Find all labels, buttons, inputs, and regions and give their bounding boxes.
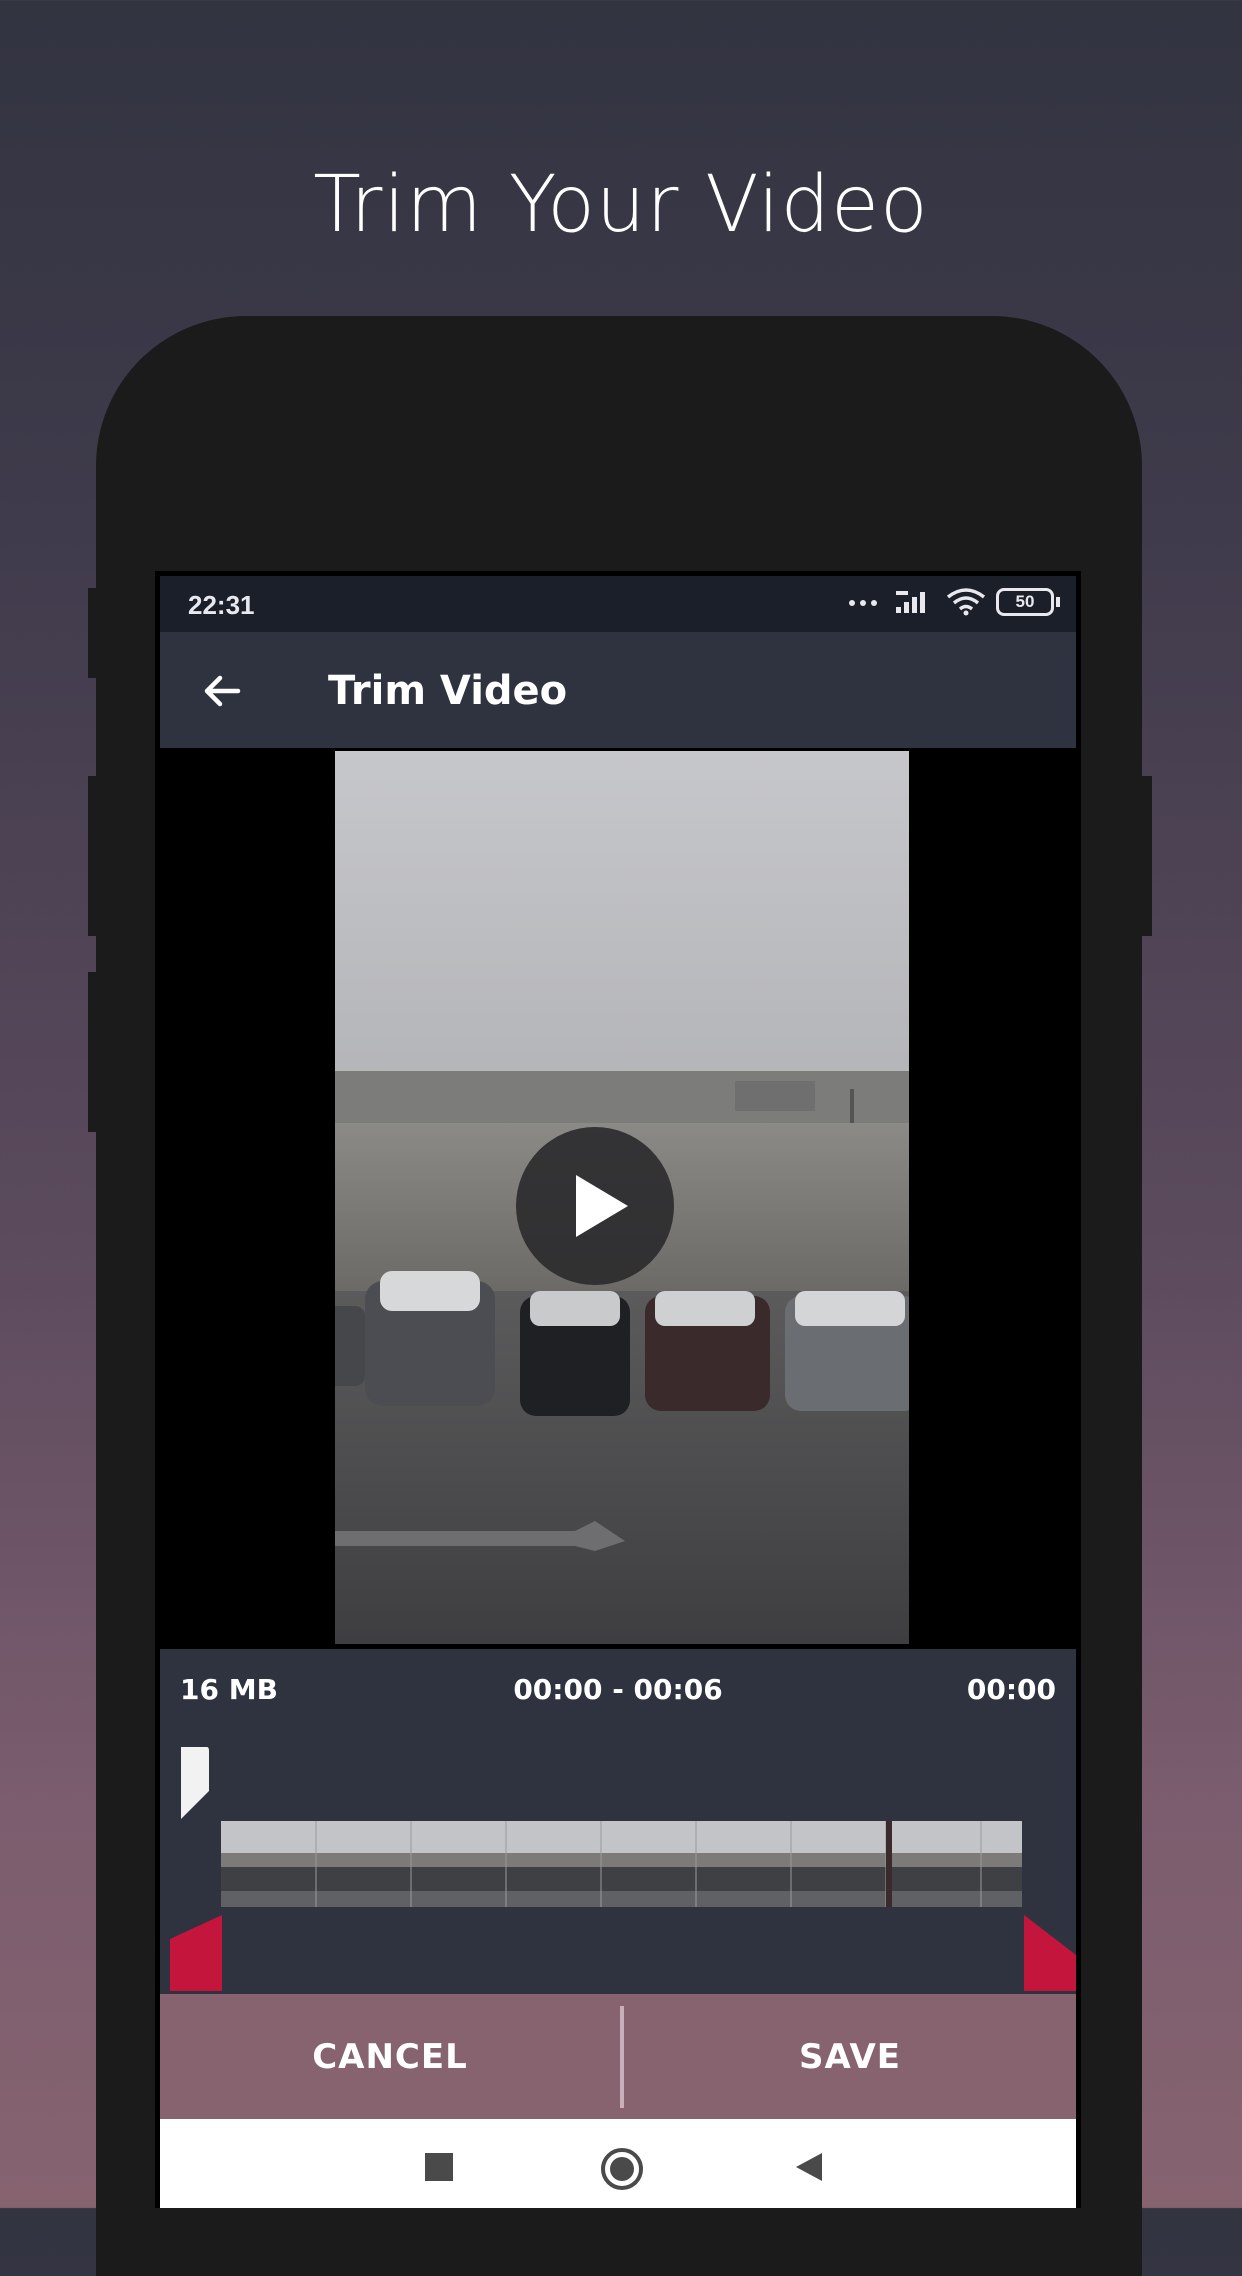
phone-side-button (88, 776, 100, 936)
back-arrow-icon[interactable] (196, 665, 248, 717)
more-dots-icon (849, 600, 877, 606)
promo-headline: Trim Your Video (313, 160, 929, 250)
current-position-label: 00:00 (966, 1673, 1056, 1706)
seek-handle-icon[interactable] (177, 1745, 211, 1821)
battery-icon: 50 (996, 588, 1060, 616)
play-icon[interactable] (516, 1127, 674, 1285)
phone-side-button (1140, 776, 1152, 936)
trim-end-handle-icon[interactable] (1024, 1915, 1076, 1991)
back-triangle-icon[interactable] (794, 2151, 826, 2183)
app-bar-title: Trim Video (328, 668, 568, 714)
phone-side-button (88, 588, 100, 678)
phone-screen: 22:31 50 Trim Video 16 MB 00:00 - 00:06 … (155, 571, 1081, 2208)
cancel-button[interactable]: CANCEL (160, 1994, 620, 2119)
status-bar: 22:31 50 (160, 576, 1076, 632)
trim-start-handle-icon[interactable] (170, 1915, 222, 1991)
app-bar: Trim Video (160, 632, 1076, 748)
video-filmstrip[interactable] (221, 1821, 1022, 1907)
status-time: 22:31 (188, 590, 255, 620)
recents-square-icon[interactable] (423, 2151, 455, 2183)
signal-icon (896, 591, 925, 613)
system-nav-bar (160, 2119, 1076, 2208)
wifi-icon (946, 588, 986, 616)
trim-range-label: 00:00 - 00:06 (513, 1673, 723, 1706)
trim-panel: 16 MB 00:00 - 00:06 00:00 (160, 1649, 1076, 1994)
home-circle-icon[interactable] (600, 2147, 644, 2191)
phone-side-button (88, 972, 100, 1132)
filmstrip-frames (221, 1821, 1022, 1907)
action-bar: CANCEL SAVE (160, 1994, 1076, 2119)
battery-level: 50 (996, 588, 1054, 616)
save-button[interactable]: SAVE (624, 1994, 1076, 2119)
status-icons: 50 (848, 588, 1060, 616)
